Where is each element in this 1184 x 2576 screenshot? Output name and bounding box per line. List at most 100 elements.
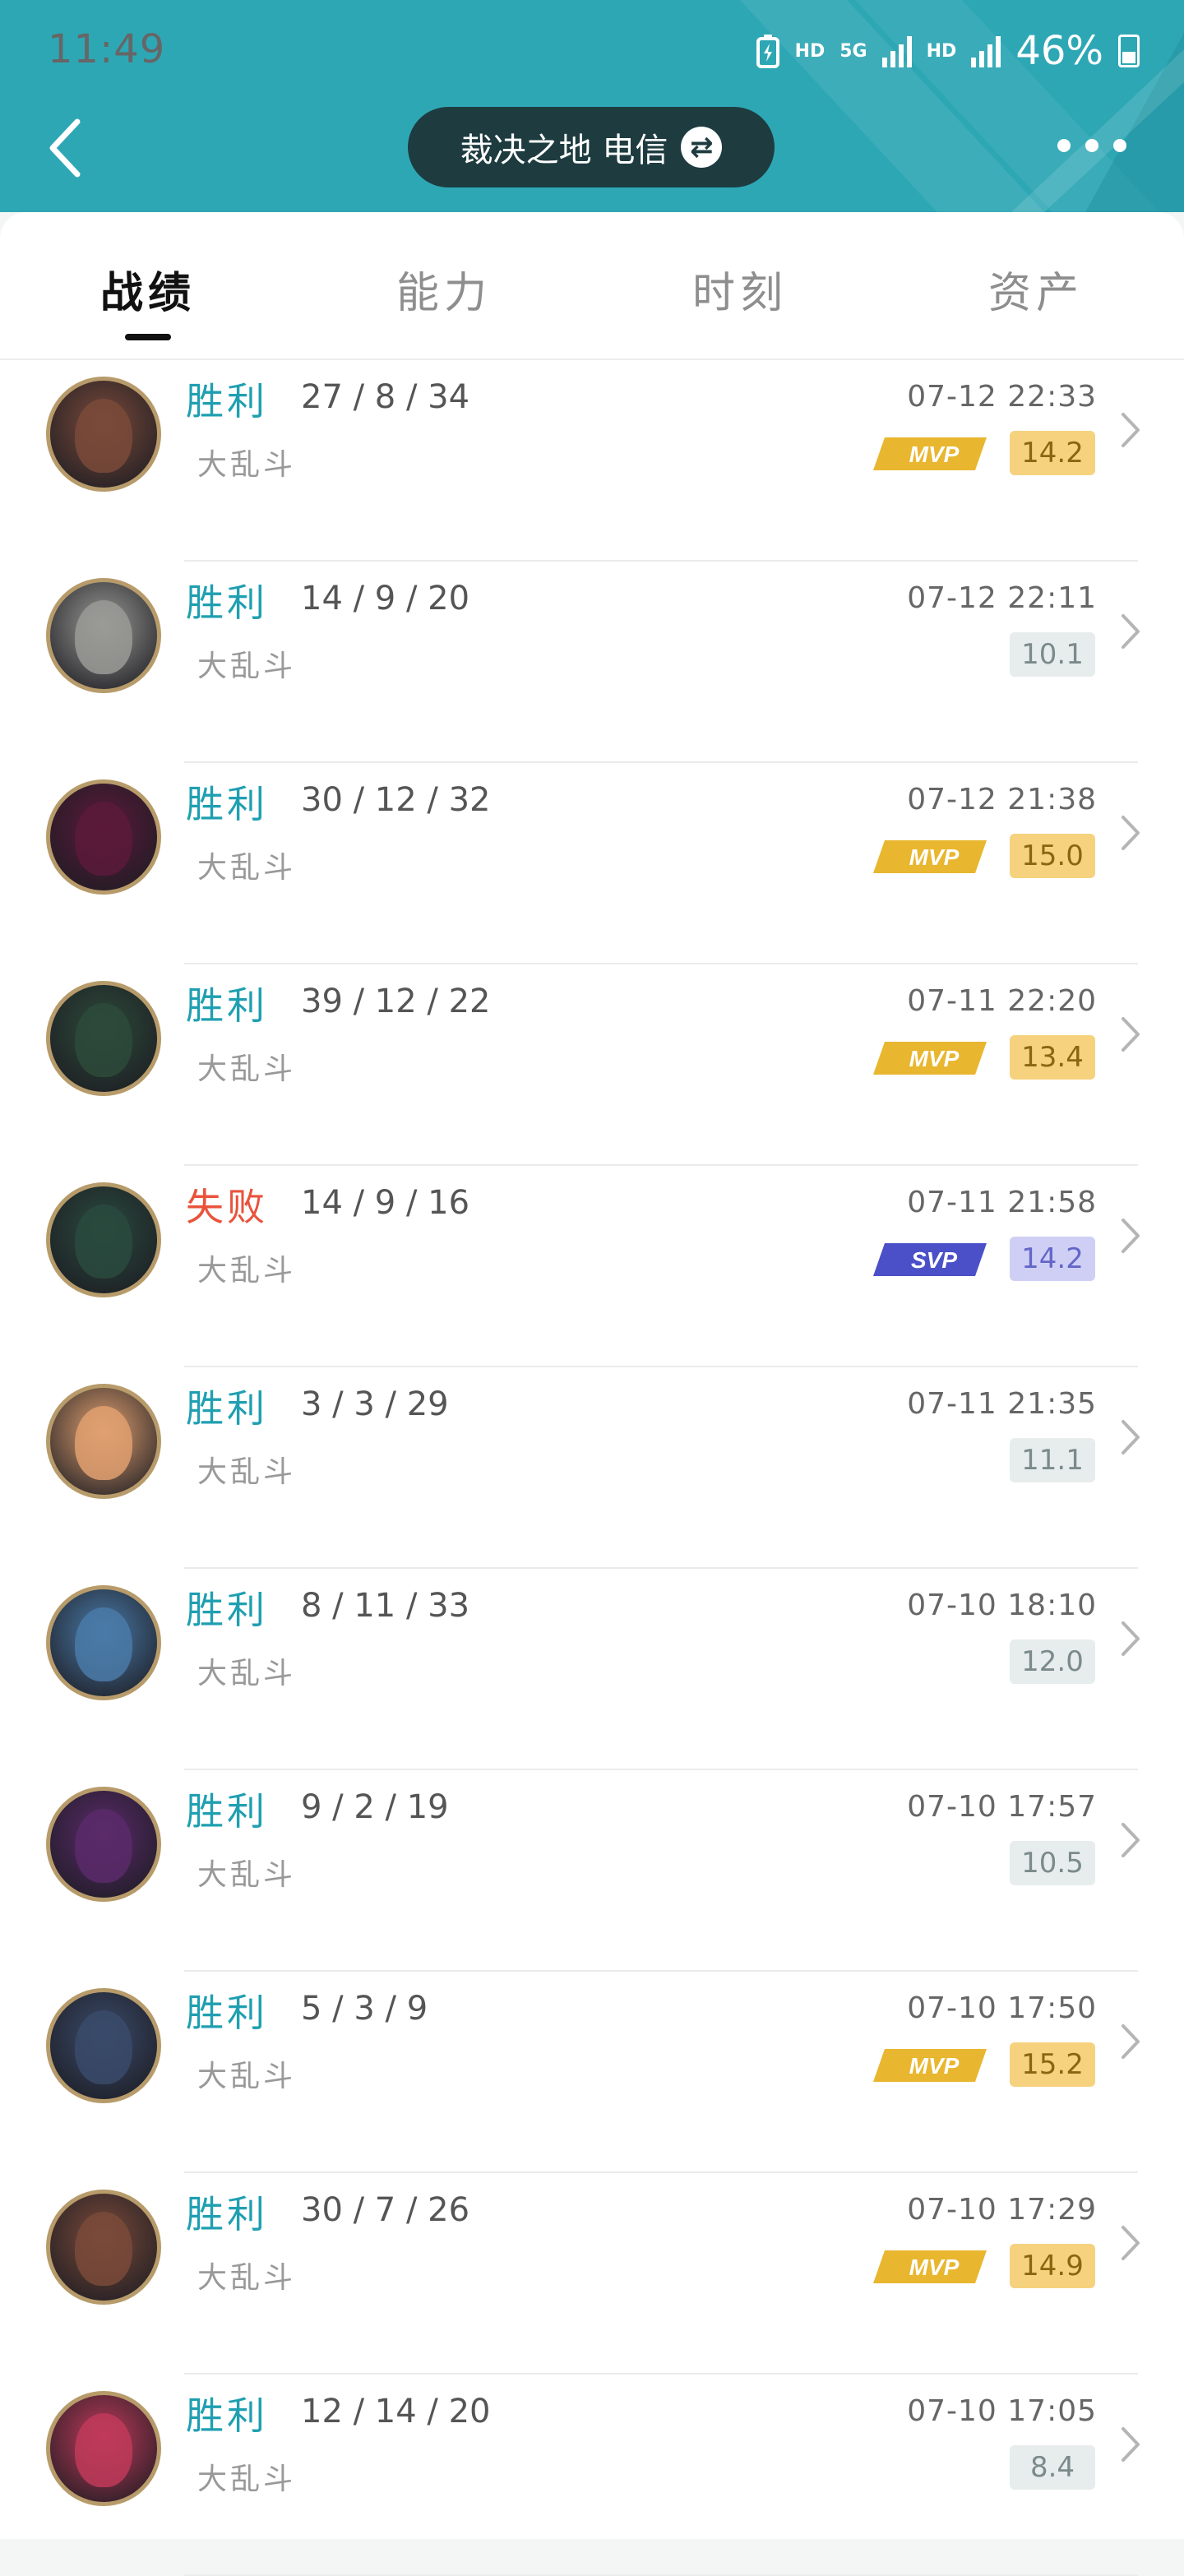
match-mode: 大乱斗: [197, 650, 297, 683]
match-time: 07-11 22:20: [907, 984, 1097, 1018]
match-kda: 30 / 7 / 26: [301, 2191, 470, 2229]
tab-ability[interactable]: 能力: [362, 258, 526, 320]
match-kda: 3 / 3 / 29: [301, 1385, 449, 1423]
match-mode: 大乱斗: [197, 1455, 297, 1489]
mvp-badge-icon: MVP: [873, 437, 987, 470]
hero-avatar: [46, 1787, 161, 1902]
match-mode: 大乱斗: [197, 851, 297, 885]
hd-label: HD: [794, 40, 826, 62]
match-score: 11.1: [1010, 1438, 1095, 1482]
match-time: 07-10 18:10: [907, 1589, 1097, 1622]
hero-portrait: [75, 1607, 132, 1681]
signal-icon: [881, 35, 912, 67]
match-result: 失败: [186, 1185, 268, 1229]
match-time: 07-11 21:35: [907, 1387, 1097, 1421]
match-result: 胜利: [186, 2192, 268, 2236]
hero-avatar: [46, 1988, 161, 2103]
active-tab-indicator: [125, 334, 171, 340]
chevron-right-icon: [1122, 2226, 1140, 2260]
match-row[interactable]: 胜利 3 / 3 / 29 大乱斗 07-11 21:35 11.1: [0, 1367, 1184, 1569]
mvp-badge-icon: MVP: [873, 840, 987, 873]
more-menu-icon[interactable]: [1057, 132, 1126, 160]
match-kda: 5 / 3 / 9: [301, 1990, 428, 2028]
match-result: 胜利: [186, 1588, 268, 1632]
chevron-right-icon: [1122, 1420, 1140, 1454]
badge-text: MVP: [909, 2255, 960, 2280]
chevron-right-icon: [1122, 1823, 1140, 1857]
match-kda: 8 / 11 / 33: [301, 1587, 470, 1625]
match-time: 07-11 21:58: [907, 1186, 1097, 1219]
hero-portrait: [75, 2212, 132, 2286]
match-mode: 大乱斗: [197, 1052, 297, 1086]
match-row[interactable]: 胜利 5 / 3 / 9 大乱斗 07-10 17:50 MVP 15.2: [0, 1972, 1184, 2173]
match-score: 8.4: [1010, 2445, 1095, 2490]
match-result: 胜利: [186, 379, 268, 423]
match-score: 10.5: [1010, 1841, 1095, 1885]
chevron-right-icon: [1122, 2024, 1140, 2059]
match-result: 胜利: [186, 1386, 268, 1431]
hero-portrait: [75, 2413, 132, 2487]
back-arrow-icon[interactable]: [44, 115, 94, 181]
status-icons: HD 5G HD 46%: [756, 28, 1140, 74]
tab-moments[interactable]: 时刻: [658, 258, 822, 320]
match-result: 胜利: [186, 580, 268, 625]
tab-label: 战绩: [99, 269, 196, 318]
match-mode: 大乱斗: [197, 448, 297, 482]
match-row[interactable]: 胜利 30 / 12 / 32 大乱斗 07-12 21:38 MVP 15.0: [0, 763, 1184, 964]
match-time: 07-12 21:38: [907, 783, 1097, 816]
chevron-right-icon: [1122, 2427, 1140, 2462]
badge-text: MVP: [909, 844, 960, 870]
match-time: 07-10 17:29: [907, 2193, 1097, 2227]
match-time: 07-10 17:57: [907, 1790, 1097, 1824]
server-label: 裁决之地 电信: [460, 132, 668, 169]
chevron-right-icon: [1122, 1621, 1140, 1656]
tab-assets[interactable]: 资产: [954, 258, 1118, 320]
hero-avatar: [46, 2391, 161, 2506]
badge-text: MVP: [909, 442, 960, 467]
match-row[interactable]: 胜利 27 / 8 / 34 大乱斗 07-12 22:33 MVP 14.2: [0, 360, 1184, 562]
hero-portrait: [75, 399, 132, 473]
app-header: 11:49 HD 5G HD 46% 裁决之地 电信 ⇄: [0, 0, 1184, 212]
match-row[interactable]: 胜利 39 / 12 / 22 大乱斗 07-11 22:20 MVP 13.4: [0, 964, 1184, 1166]
match-time: 07-12 22:33: [907, 380, 1097, 414]
match-row[interactable]: 胜利 30 / 7 / 26 大乱斗 07-10 17:29 MVP 14.9: [0, 2173, 1184, 2375]
server-switch-button[interactable]: 裁决之地 电信 ⇄: [408, 107, 775, 187]
match-row[interactable]: 失败 14 / 9 / 16 大乱斗 07-11 21:58 SVP 14.2: [0, 1166, 1184, 1367]
status-bar: 11:49 HD 5G HD 46%: [0, 0, 1184, 99]
chevron-right-icon: [1122, 413, 1140, 447]
tab-label: 能力: [395, 269, 492, 318]
match-row[interactable]: 胜利 8 / 11 / 33 大乱斗 07-10 18:10 12.0: [0, 1569, 1184, 1770]
hero-portrait: [75, 2010, 132, 2084]
tab-label: 资产: [987, 269, 1084, 318]
match-time: 07-10 17:05: [907, 2394, 1097, 2428]
mvp-badge-icon: MVP: [873, 1042, 987, 1075]
match-row[interactable]: 胜利 12 / 14 / 20 大乱斗 07-10 17:05 8.4: [0, 2375, 1184, 2576]
badge-text: SVP: [911, 1247, 957, 1273]
chevron-right-icon: [1122, 1017, 1140, 1052]
match-result: 胜利: [186, 2393, 268, 2438]
badge-text: MVP: [909, 2053, 960, 2079]
match-list: 胜利 27 / 8 / 34 大乱斗 07-12 22:33 MVP 14.2 胜利 14 /…: [0, 360, 1184, 2576]
match-mode: 大乱斗: [197, 1858, 297, 1892]
match-kda: 30 / 12 / 32: [301, 781, 491, 819]
chevron-right-icon: [1122, 816, 1140, 850]
hero-portrait: [75, 1003, 132, 1077]
match-mode: 大乱斗: [197, 2261, 297, 2295]
match-kda: 12 / 14 / 20: [301, 2393, 491, 2430]
mvp-badge-icon: MVP: [873, 2250, 987, 2283]
match-score: 14.9: [1010, 2244, 1095, 2288]
match-result: 胜利: [186, 983, 268, 1028]
hero-avatar: [46, 2190, 161, 2305]
tab-records[interactable]: 战绩: [66, 258, 230, 340]
signal-icon-2: [971, 35, 1001, 67]
match-row[interactable]: 胜利 9 / 2 / 19 大乱斗 07-10 17:57 10.5: [0, 1770, 1184, 1972]
hero-portrait: [75, 802, 132, 876]
network-label: 5G: [839, 40, 867, 62]
hero-avatar: [46, 1384, 161, 1499]
match-mode: 大乱斗: [197, 2463, 297, 2496]
match-mode: 大乱斗: [197, 1657, 297, 1690]
hero-portrait: [75, 1809, 132, 1883]
hd-label-2: HD: [926, 40, 957, 62]
match-row[interactable]: 胜利 14 / 9 / 20 大乱斗 07-12 22:11 10.1: [0, 562, 1184, 763]
match-score: 14.2: [1010, 1237, 1095, 1281]
